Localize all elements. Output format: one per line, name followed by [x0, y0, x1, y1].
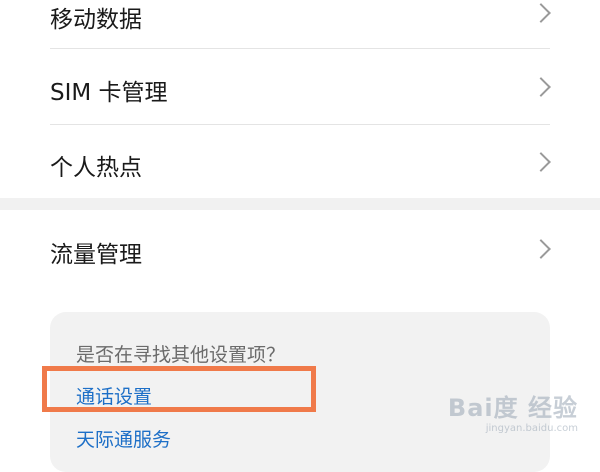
- highlight-box: [42, 366, 316, 412]
- settings-item-label: 个人热点: [50, 155, 142, 181]
- chevron-right-icon: [531, 77, 551, 97]
- chevron-right-icon: [531, 3, 551, 23]
- section-separator: [0, 198, 600, 210]
- chevron-right-icon: [531, 152, 551, 172]
- settings-item-personal-hotspot[interactable]: 个人热点: [0, 125, 600, 198]
- settings-item-sim-card-management[interactable]: SIM 卡管理: [0, 49, 600, 124]
- tianjitong-service-link[interactable]: 天际通服务: [76, 425, 171, 452]
- settings-item-mobile-data[interactable]: 移动数据: [0, 0, 600, 48]
- chevron-right-icon: [531, 239, 551, 259]
- settings-item-label: 流量管理: [50, 242, 142, 268]
- settings-item-label: SIM 卡管理: [50, 80, 168, 106]
- settings-item-label: 移动数据: [50, 7, 142, 33]
- suggestions-title: 是否在寻找其他设置项？: [76, 344, 286, 366]
- settings-item-traffic-management[interactable]: 流量管理: [0, 210, 600, 290]
